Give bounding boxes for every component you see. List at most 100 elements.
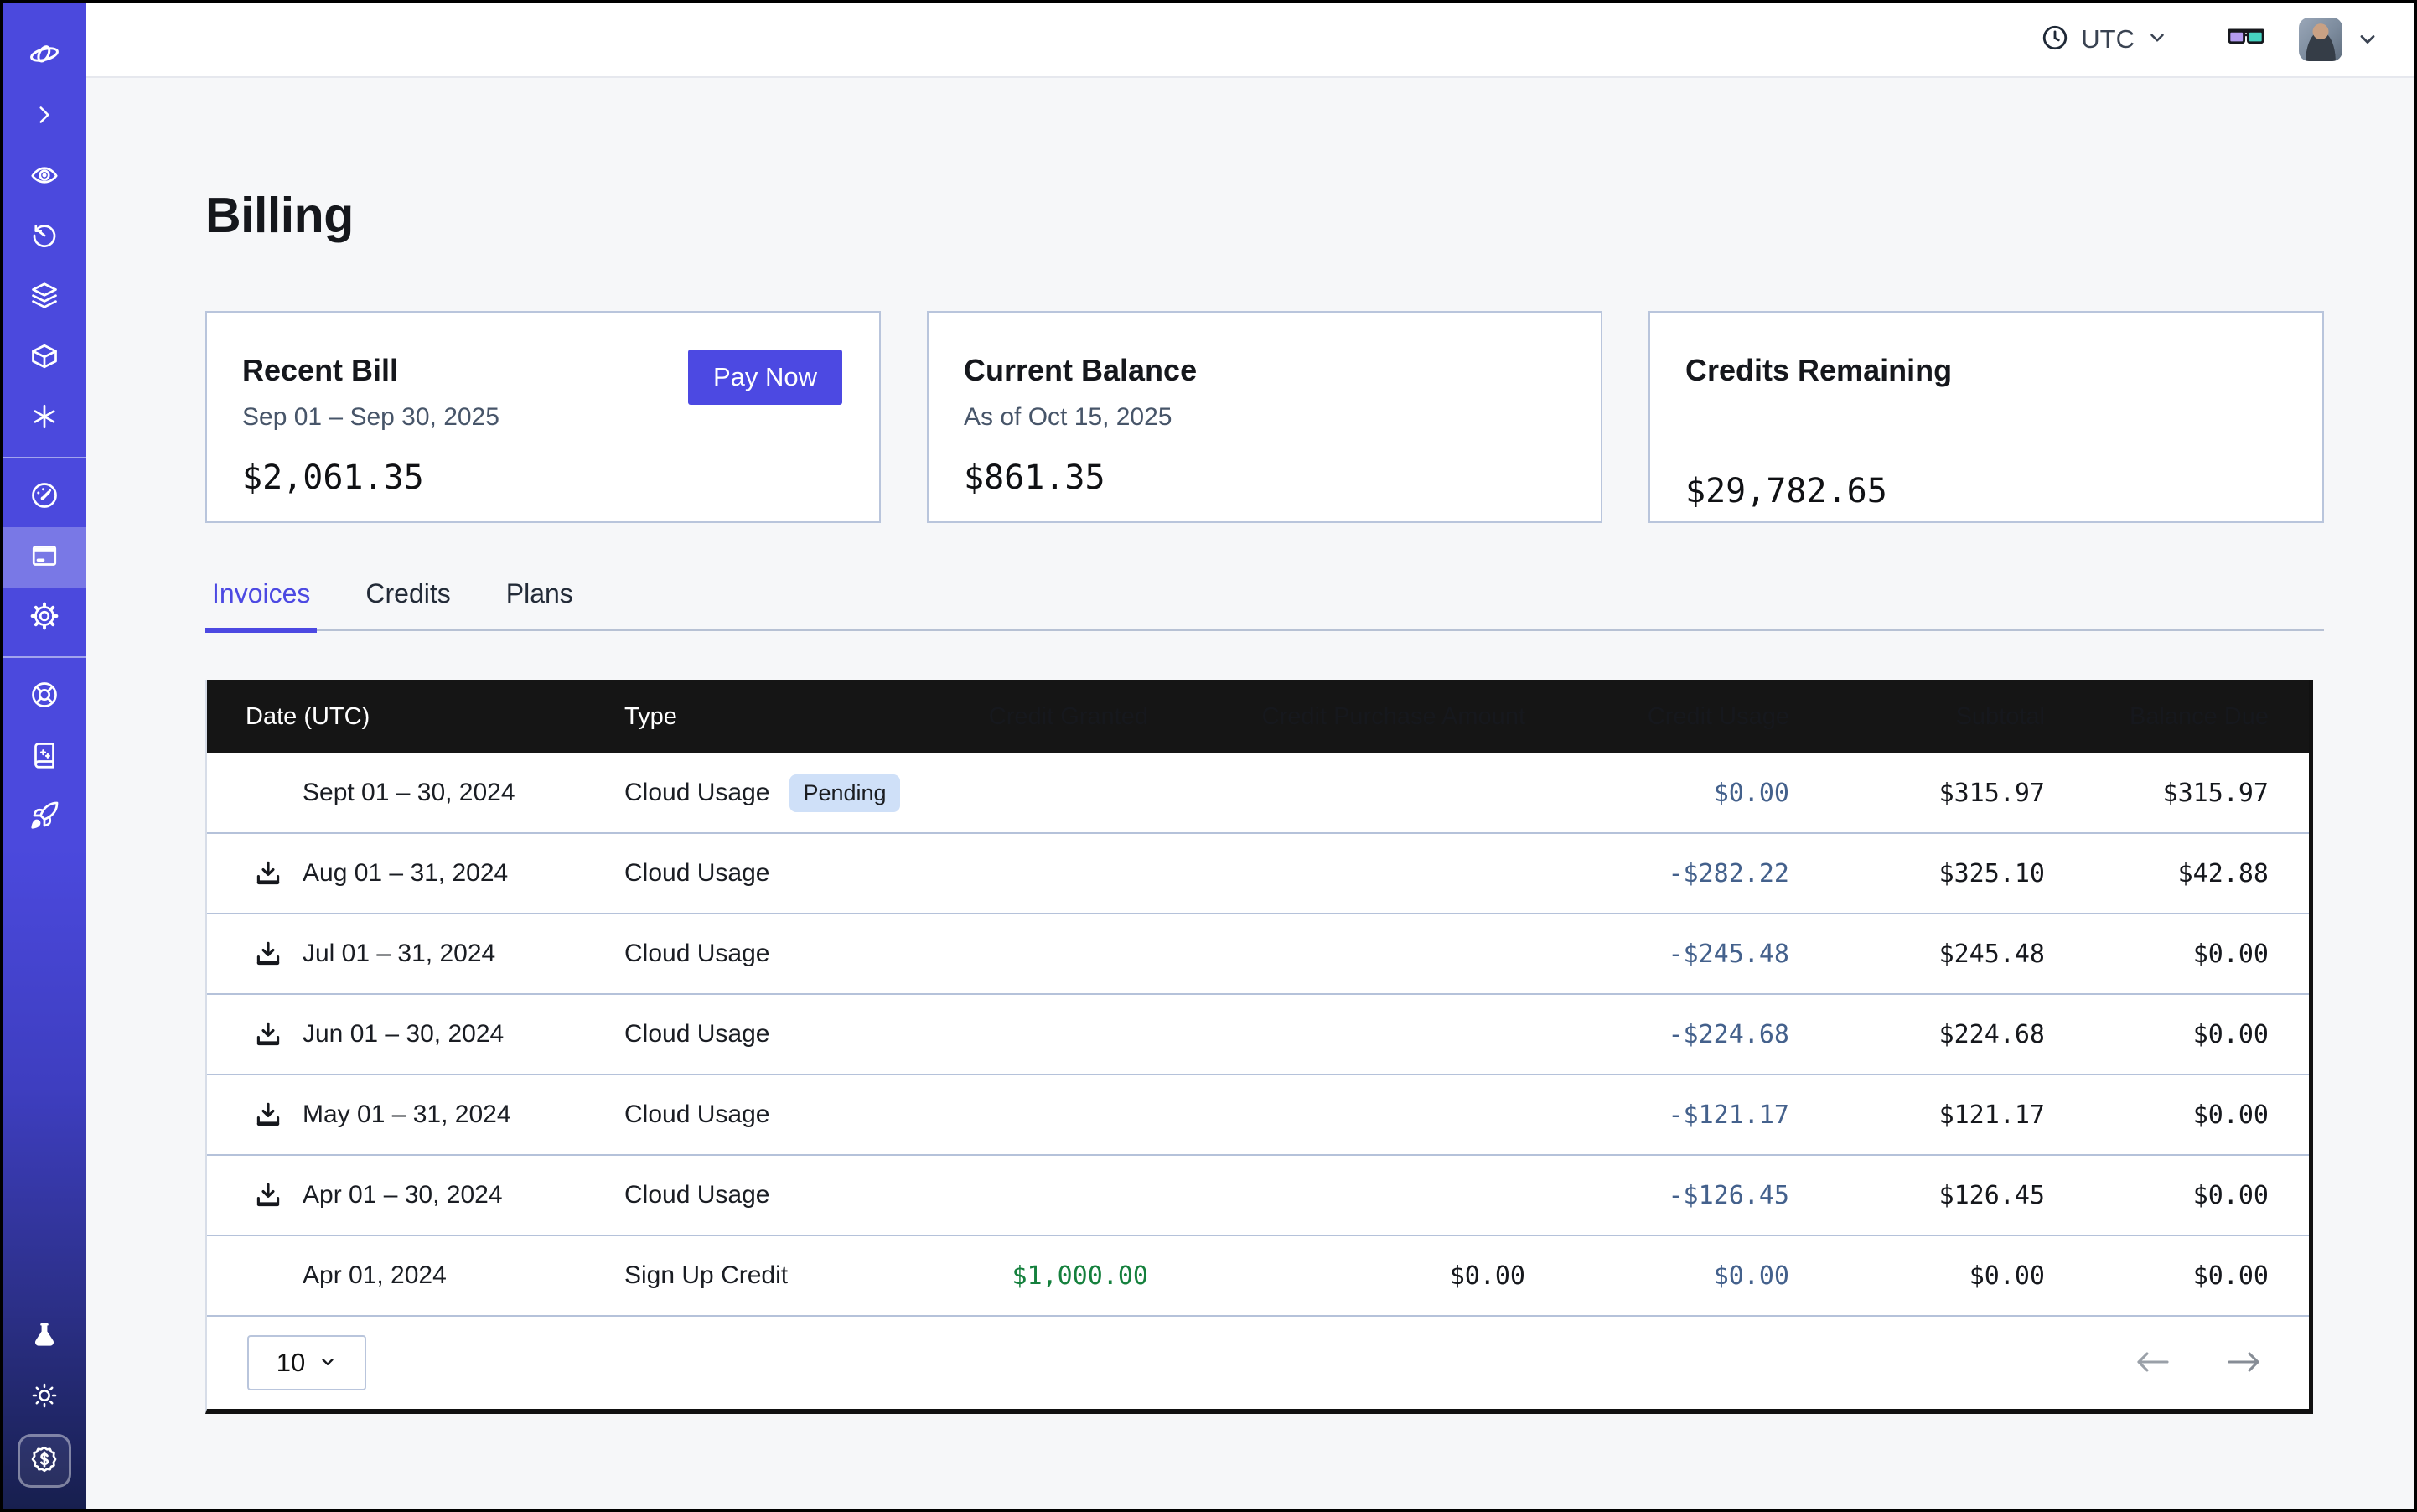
arrow-left-icon bbox=[2134, 1348, 2172, 1379]
invoice-date: Jun 01 – 30, 2024 bbox=[303, 1020, 504, 1049]
tab-plans[interactable]: Plans bbox=[499, 578, 580, 629]
column-header: Credit Usage bbox=[1525, 703, 1789, 731]
invoice-row: May 01 – 31, 2024Cloud Usage-$121.17$121… bbox=[207, 1075, 2309, 1156]
tab-credits[interactable]: Credits bbox=[359, 578, 457, 629]
card-amount: $29,782.65 bbox=[1685, 472, 2287, 510]
cube-package-icon bbox=[29, 341, 60, 375]
3d-glasses-icon bbox=[2227, 25, 2265, 54]
invoice-row: Jul 01 – 31, 2024Cloud Usage-$245.48$245… bbox=[207, 914, 2309, 995]
sidebar-item-docs[interactable] bbox=[3, 727, 86, 787]
subtotal: $224.68 bbox=[1789, 1020, 2045, 1049]
invoice-date: Jul 01 – 31, 2024 bbox=[303, 940, 495, 968]
topbar: UTC bbox=[86, 3, 2414, 78]
page-size-select[interactable]: 10 bbox=[247, 1335, 366, 1390]
chevron-right-icon bbox=[30, 101, 59, 133]
invoice-table: Date (UTC)TypeCredit GrantedCredit Purch… bbox=[205, 680, 2313, 1414]
sidebar-item-settings[interactable] bbox=[3, 588, 86, 648]
sidebar-item-billing[interactable] bbox=[3, 527, 86, 588]
invoice-row: Jun 01 – 30, 2024 Cloud Usage -$224.68$224… bbox=[207, 995, 2309, 1075]
arrow-right-icon bbox=[2224, 1348, 2263, 1379]
app-window: UTC Billing Recent Bill bbox=[0, 0, 2417, 1512]
invoice-date: Apr 01 – 30, 2024 bbox=[303, 1181, 503, 1209]
balance-due: $0.00 bbox=[2045, 1020, 2315, 1049]
invoice-row: Apr 01 – 30, 2024Cloud Usage-$126.45$126… bbox=[207, 1156, 2309, 1236]
subtotal: $121.17 bbox=[1789, 1100, 2045, 1130]
rocket-icon bbox=[29, 800, 60, 835]
clock-icon bbox=[2041, 23, 2069, 56]
credit-granted: $1,000.00 bbox=[926, 1261, 1148, 1291]
credit-usage: -$126.45 bbox=[1525, 1181, 1789, 1210]
subtotal: $0.00 bbox=[1789, 1261, 2045, 1291]
tab-invoices[interactable]: Invoices bbox=[205, 578, 317, 629]
sidebar-item-credits[interactable] bbox=[18, 1434, 71, 1488]
invoice-type: Cloud Usage bbox=[624, 940, 769, 968]
column-header: Date (UTC) bbox=[207, 703, 591, 731]
sidebar-divider bbox=[3, 457, 86, 458]
column-header: Credit Purchase Amount bbox=[1148, 703, 1525, 731]
subtotal: $245.48 bbox=[1789, 940, 2045, 969]
sidebar-item-usage[interactable] bbox=[3, 467, 86, 527]
timezone-selector[interactable]: UTC bbox=[2041, 23, 2168, 56]
card-amount: $2,061.35 bbox=[242, 458, 844, 497]
sun-theme-icon bbox=[30, 1381, 59, 1414]
next-page-button[interactable] bbox=[2224, 1348, 2263, 1379]
credit-usage: $0.00 bbox=[1525, 1261, 1789, 1291]
invoice-type: Cloud Usage bbox=[624, 1181, 769, 1209]
card-subtitle: As of Oct 15, 2025 bbox=[964, 403, 1566, 432]
column-header: Subtotal bbox=[1789, 703, 2045, 731]
credits-dollar-badge-icon bbox=[29, 1444, 60, 1478]
page-size-value: 10 bbox=[277, 1348, 305, 1378]
invoice-date: Aug 01 – 31, 2024 bbox=[303, 859, 508, 888]
user-avatar[interactable] bbox=[2299, 18, 2342, 61]
sidebar-item-shell[interactable] bbox=[3, 86, 86, 147]
download-invoice-button[interactable] bbox=[252, 859, 284, 888]
orbit-logo-icon bbox=[28, 38, 61, 75]
sidebar-item-launch[interactable] bbox=[3, 787, 86, 847]
sidebar-item-theme[interactable] bbox=[3, 1367, 86, 1427]
recent-bill-card: Recent Bill Sep 01 – Sep 30, 2025 $2,061… bbox=[205, 311, 881, 523]
sidebar bbox=[3, 3, 86, 1509]
balance-due: $0.00 bbox=[2045, 940, 2315, 969]
sidebar-item-volumes[interactable] bbox=[3, 328, 86, 388]
eye-icon bbox=[29, 160, 60, 194]
balance-due: $42.88 bbox=[2045, 859, 2315, 888]
invoice-type: Cloud Usage bbox=[624, 1020, 769, 1049]
credit-purchase-amount: $0.00 bbox=[1148, 1261, 1525, 1291]
flask-icon bbox=[30, 1321, 59, 1354]
credit-usage: -$282.22 bbox=[1525, 859, 1789, 888]
account-menu-button[interactable] bbox=[2356, 28, 2379, 51]
credits-remaining-card: Credits Remaining $29,782.65 bbox=[1648, 311, 2324, 523]
balance-due: $0.00 bbox=[2045, 1181, 2315, 1210]
column-header: Credit Granted bbox=[926, 703, 1148, 731]
sidebar-item-secrets[interactable] bbox=[3, 388, 86, 448]
sidebar-item-observe[interactable] bbox=[3, 147, 86, 207]
download-invoice-button[interactable] bbox=[252, 1020, 284, 1049]
table-pagination: 10 bbox=[207, 1317, 2309, 1409]
invoice-table-body: Sept 01 – 30, 2024Cloud UsagePending$0.0… bbox=[207, 753, 2309, 1317]
history-timer-icon bbox=[29, 220, 60, 255]
balance-due: $0.00 bbox=[2045, 1100, 2315, 1130]
lifebuoy-icon bbox=[29, 680, 60, 714]
sidebar-item-support[interactable] bbox=[3, 666, 86, 727]
column-header: Type bbox=[591, 703, 926, 731]
status-badge: Pending bbox=[789, 774, 899, 812]
invoice-date: Apr 01, 2024 bbox=[303, 1261, 447, 1290]
credit-usage: -$224.68 bbox=[1525, 1020, 1789, 1049]
main-panel: UTC Billing Recent Bill bbox=[86, 3, 2414, 1509]
beta-features-button[interactable] bbox=[2227, 25, 2265, 54]
sidebar-item-experiments[interactable] bbox=[3, 1307, 86, 1367]
sidebar-item-home[interactable] bbox=[3, 26, 86, 86]
layers-icon bbox=[29, 281, 60, 315]
download-invoice-button[interactable] bbox=[252, 1181, 284, 1209]
download-invoice-button[interactable] bbox=[252, 1100, 284, 1129]
balance-due: $0.00 bbox=[2045, 1261, 2315, 1291]
sidebar-item-history[interactable] bbox=[3, 207, 86, 267]
sidebar-item-layers[interactable] bbox=[3, 267, 86, 328]
invoice-row: Aug 01 – 31, 2024Cloud Usage-$282.22$325… bbox=[207, 834, 2309, 914]
pay-now-button[interactable]: Pay Now bbox=[688, 350, 842, 405]
download-invoice-button[interactable] bbox=[252, 940, 284, 968]
card-title: Credits Remaining bbox=[1685, 353, 2287, 388]
prev-page-button[interactable] bbox=[2134, 1348, 2172, 1379]
settings-gear-icon bbox=[29, 601, 60, 635]
card-title: Current Balance bbox=[964, 353, 1566, 388]
